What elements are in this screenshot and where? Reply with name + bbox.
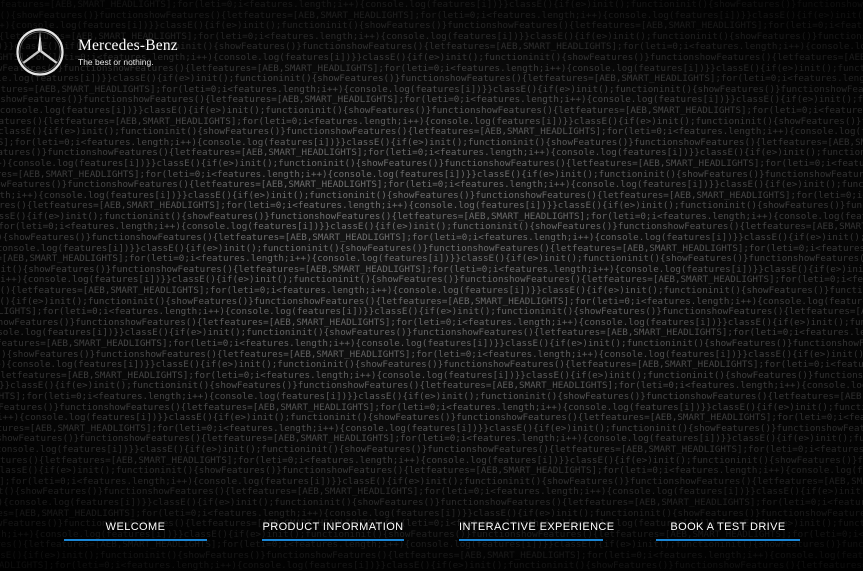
brand-logo-lockup[interactable]: Mercedes-Benz The best or nothing.	[16, 28, 178, 76]
code-line: gth;i++){console.log(features[i])}}class…	[0, 104, 863, 116]
nav-label: BOOK A TEST DRIVE	[670, 521, 786, 533]
brand-tagline: The best or nothing.	[78, 57, 154, 67]
code-line: features=[AEB,SMART_HEADLIGHTS];for(leti…	[0, 0, 863, 10]
code-line: i++){console.log(features[i])}}classE(){…	[0, 496, 863, 508]
nav-item-interactive-experience[interactable]: INTERACTIVE EXPERIENCE	[459, 520, 615, 541]
nav-underline	[459, 539, 603, 541]
nav-label: INTERACTIVE EXPERIENCE	[459, 521, 615, 533]
bottom-navigation: WELCOME PRODUCT INFORMATION INTERACTIVE …	[0, 520, 863, 544]
code-line: features=[AEB,SMART_HEADLIGHTS];for(leti…	[0, 338, 863, 349]
nav-item-book-a-test-drive[interactable]: BOOK A TEST DRIVE	[656, 520, 800, 541]
nav-item-product-information[interactable]: PRODUCT INFORMATION	[262, 520, 404, 541]
nav-underline	[262, 539, 404, 541]
code-line: ADLIGHTS];for(leti=0;i<features.length;i…	[0, 390, 863, 402]
brand-name: Mercedes-Benz	[78, 37, 178, 54]
hero-stage: features=[AEB,SMART_HEADLIGHTS];for(leti…	[0, 0, 863, 571]
code-text-background: features=[AEB,SMART_HEADLIGHTS];for(leti…	[0, 0, 863, 571]
nav-item-welcome[interactable]: WELCOME	[64, 520, 207, 541]
nav-label: PRODUCT INFORMATION	[262, 521, 404, 533]
three-pointed-star-icon	[16, 28, 64, 76]
brand-text: Mercedes-Benz The best or nothing.	[78, 37, 178, 67]
nav-underline	[64, 539, 207, 541]
nav-underline	[656, 539, 800, 541]
code-line: gth;i++){console.log(features[i])}}class…	[0, 443, 863, 455]
code-line: ADLIGHTS];for(leti=0;i<features.length;i…	[0, 560, 863, 571]
code-line: i++){console.log(features[i])}}classE(){…	[0, 157, 863, 169]
nav-label: WELCOME	[105, 521, 166, 533]
